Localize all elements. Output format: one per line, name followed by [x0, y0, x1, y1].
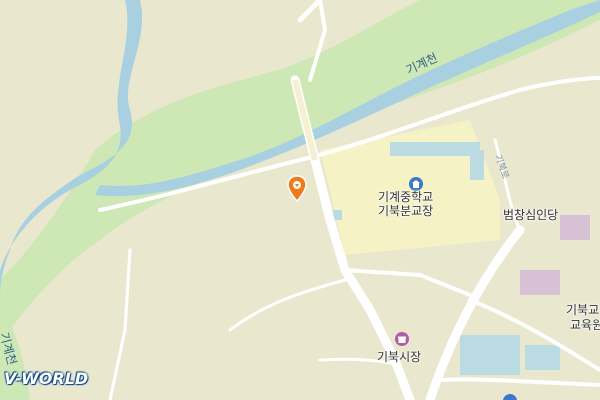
school-label[interactable]: 기계중학교 기북분교장	[378, 190, 433, 218]
temple-label[interactable]: 범창심인당	[503, 208, 558, 222]
school-icon[interactable]	[409, 177, 423, 191]
building	[520, 270, 560, 295]
office-label-line2[interactable]: 교육원	[570, 318, 600, 332]
market-label[interactable]: 기북시장	[377, 350, 421, 364]
market-icon[interactable]	[395, 332, 409, 346]
building	[460, 335, 520, 375]
map-viewport[interactable]: 기계천 기계천 기북로 기계중학교 기북분교장 범창심인당 기북시장 기북교 교…	[0, 0, 600, 400]
building	[470, 150, 484, 180]
vworld-logo: V-WORLD	[4, 366, 88, 390]
building	[390, 142, 480, 156]
school-name-line2: 기북분교장	[378, 204, 434, 218]
school-name-line1: 기계중학교	[378, 190, 434, 204]
vworld-logo-text: V-WORLD	[4, 368, 89, 388]
location-pin-icon[interactable]	[286, 175, 308, 203]
building	[525, 345, 560, 370]
building	[560, 215, 590, 240]
office-label-line1[interactable]: 기북교	[566, 303, 599, 317]
